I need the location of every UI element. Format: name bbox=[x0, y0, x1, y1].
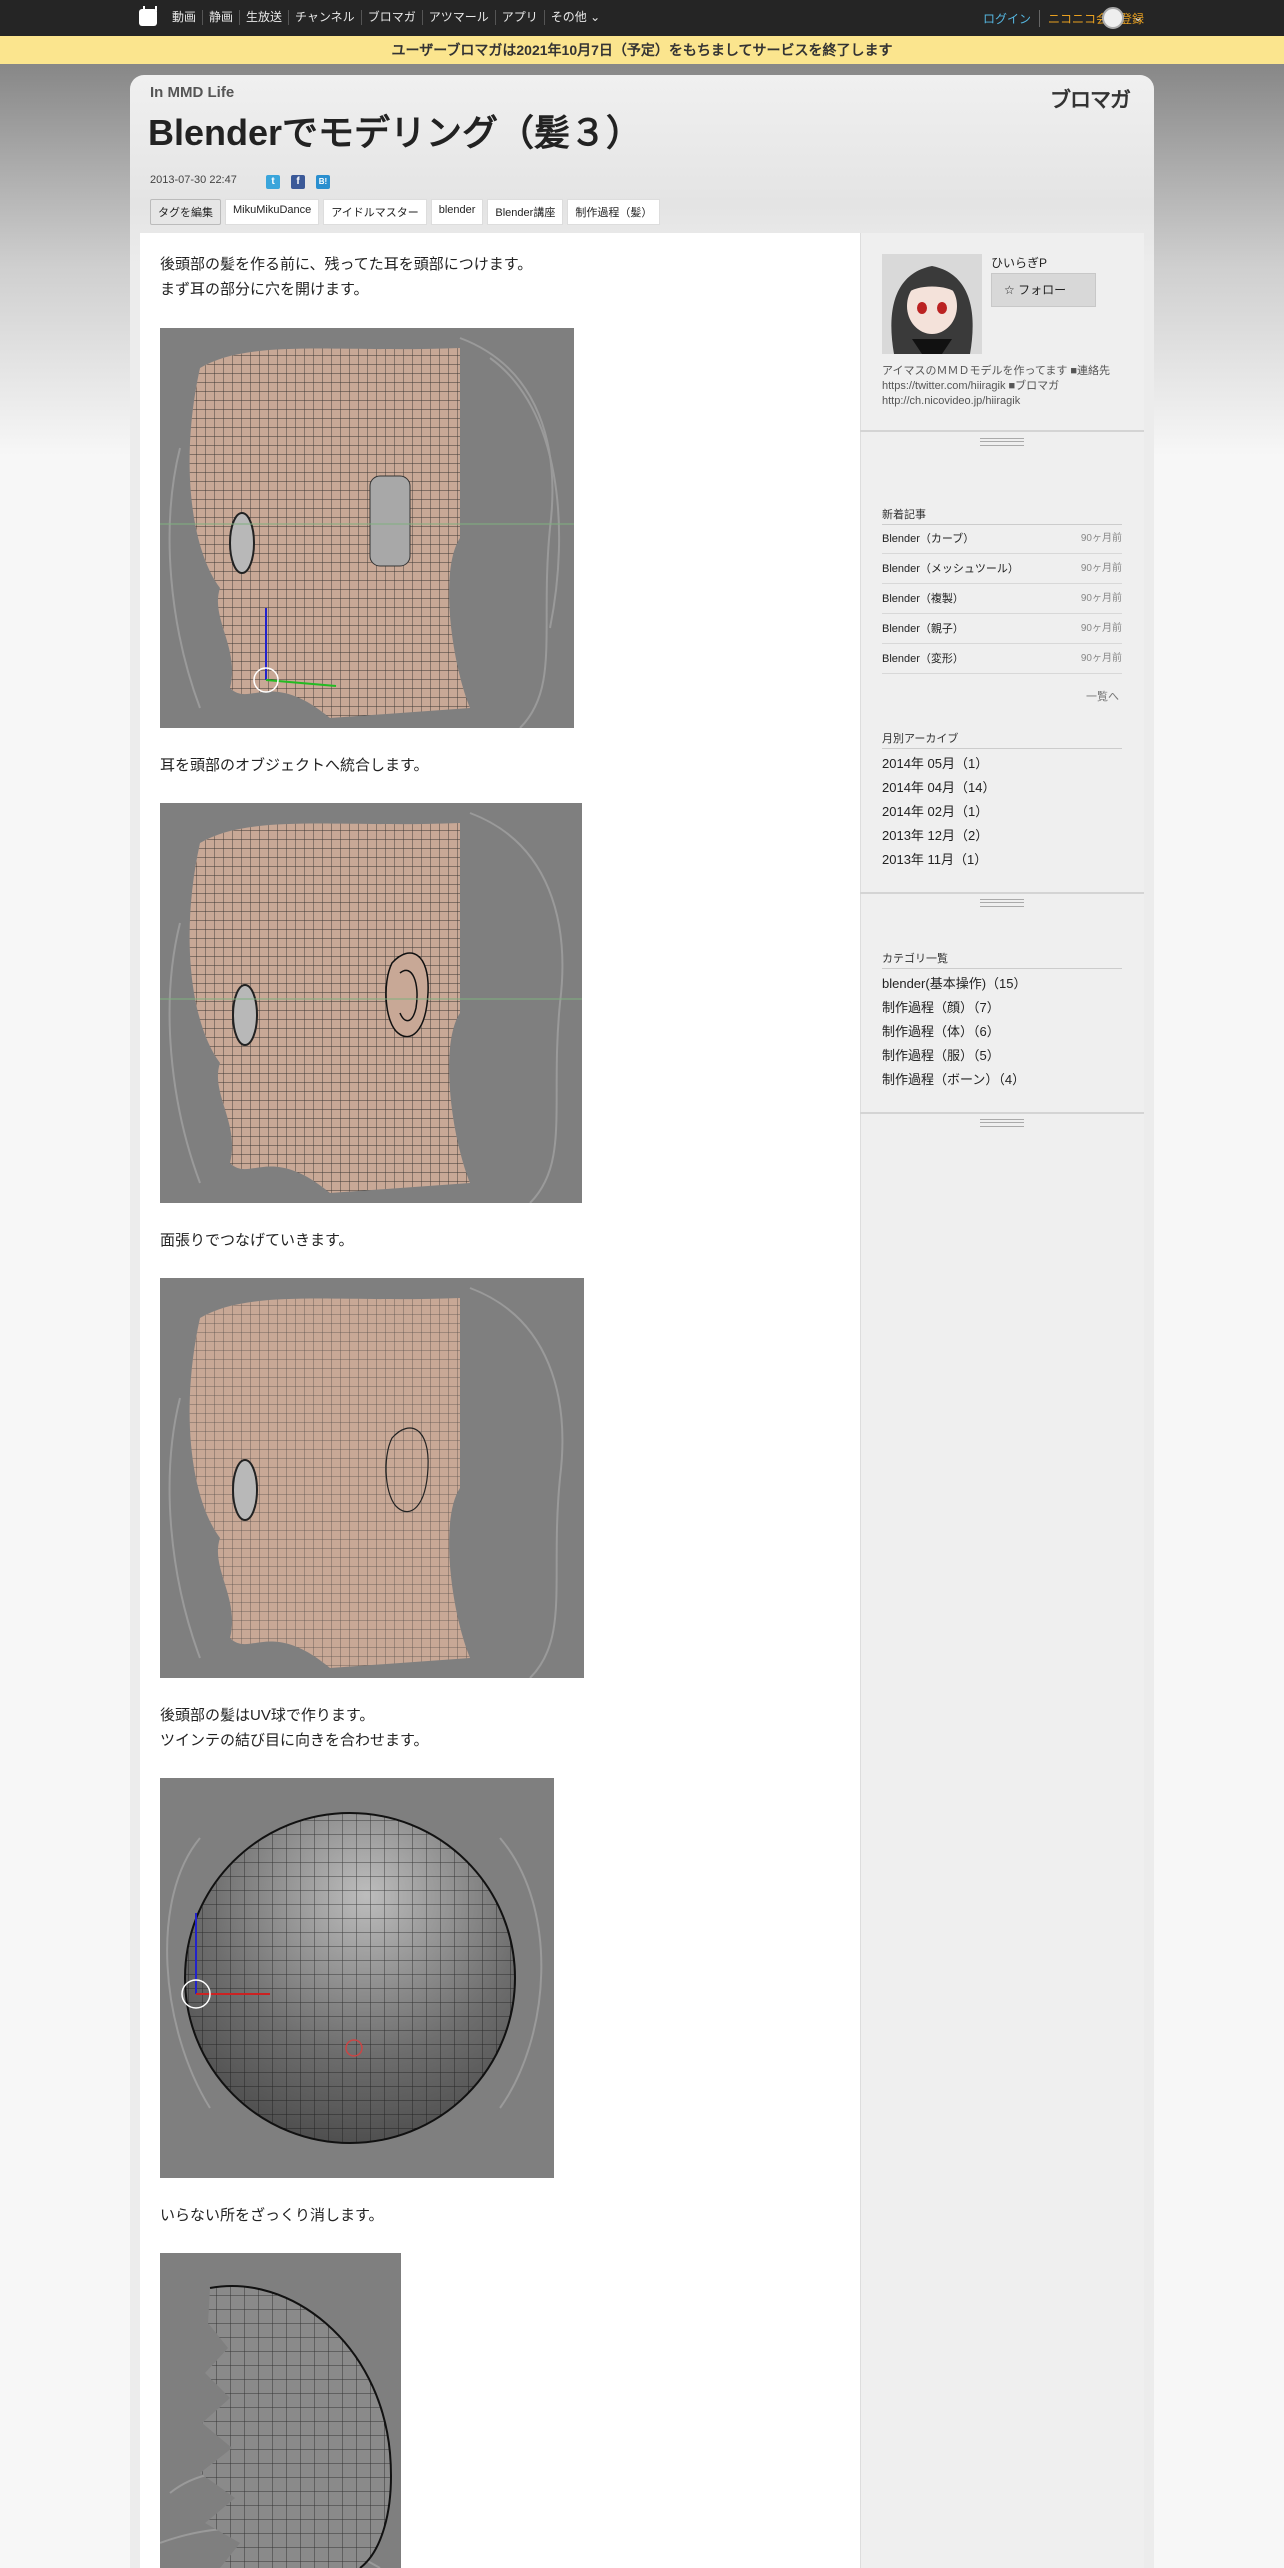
list-item[interactable]: Blender（変形） 90ヶ月前 bbox=[882, 644, 1122, 674]
star-icon: ☆ bbox=[1004, 283, 1015, 297]
login-link[interactable]: ログイン bbox=[983, 10, 1040, 27]
article-paragraph: 後頭部の髪はUV球で作ります。 ツインテの結び目に向きを合わせます。 bbox=[160, 1703, 429, 1753]
list-item[interactable]: Blender（メッシュツール） 90ヶ月前 bbox=[882, 554, 1122, 584]
list-item[interactable]: Blender（複製） 90ヶ月前 bbox=[882, 584, 1122, 614]
category-item[interactable]: 制作過程（顔）（7） bbox=[882, 996, 1027, 1020]
nav-channel[interactable]: チャンネル bbox=[288, 10, 361, 25]
recent-post-title: Blender（メッシュツール） bbox=[882, 563, 1019, 575]
blomaga-logo[interactable]: ブロマガ bbox=[1050, 84, 1131, 114]
twitter-icon[interactable]: t bbox=[266, 175, 280, 189]
blender-screenshot-uv-sphere bbox=[160, 1778, 554, 2178]
nav-more[interactable]: その他 ⌄ bbox=[543, 10, 606, 25]
recent-posts-more-link[interactable]: 一覧へ bbox=[1086, 688, 1119, 704]
profile-name[interactable]: ひいらぎP bbox=[991, 254, 1047, 271]
register-link[interactable]: ニコニコ会員登録 bbox=[1040, 10, 1144, 27]
tag-edit-button[interactable]: タグを編集 bbox=[150, 199, 221, 225]
facebook-icon[interactable]: f bbox=[291, 175, 305, 189]
page-title: Blenderでモデリング（髪３） bbox=[148, 112, 643, 153]
archive-heading: 月別アーカイブ bbox=[882, 730, 1122, 749]
article-paragraph: 後頭部の髪を作る前に、残ってた耳を頭部につけます。 まず耳の部分に穴を開けます。 bbox=[160, 252, 532, 302]
recent-post-age: 90ヶ月前 bbox=[1080, 533, 1122, 544]
global-nav: 動画 静画 生放送 チャンネル ブロマガ アツマール アプリ その他 ⌄ ログイ… bbox=[0, 0, 1284, 36]
archive-item[interactable]: 2013年 12月（2） bbox=[882, 824, 995, 848]
tag-item[interactable]: アイドルマスター bbox=[323, 199, 427, 225]
recent-posts-heading: 新着記事 bbox=[882, 506, 1122, 525]
paragraph-line: 後頭部の髪はUV球で作ります。 bbox=[160, 1707, 375, 1724]
collapse-handle-icon[interactable] bbox=[980, 899, 1024, 907]
archive-item[interactable]: 2014年 05月（1） bbox=[882, 752, 995, 776]
hatena-bookmark-icon[interactable]: B! bbox=[316, 175, 330, 189]
paragraph-line: まず耳の部分に穴を開けます。 bbox=[160, 281, 369, 298]
nav-blomaga[interactable]: ブロマガ bbox=[360, 10, 422, 25]
follow-button[interactable]: ☆ フォロー bbox=[991, 273, 1096, 307]
service-notice: ユーザーブロマガは2021年10月7日（予定）をもちましてサービスを終了します bbox=[0, 36, 1284, 64]
niconico-logo-icon[interactable] bbox=[139, 9, 157, 26]
recent-post-title: Blender（親子） bbox=[882, 623, 964, 635]
blog-name[interactable]: In MMD Life bbox=[150, 84, 234, 101]
category-item[interactable]: 制作過程（服）（5） bbox=[882, 1044, 1027, 1068]
recent-post-title: Blender（複製） bbox=[882, 593, 964, 605]
archive-item[interactable]: 2014年 02月（1） bbox=[882, 800, 995, 824]
divider bbox=[860, 1112, 1144, 1114]
category-item[interactable]: blender(基本操作)（15） bbox=[882, 972, 1027, 996]
list-item[interactable]: Blender（カーブ） 90ヶ月前 bbox=[882, 524, 1122, 554]
paragraph-line: 後頭部の髪を作る前に、残ってた耳を頭部につけます。 bbox=[160, 256, 533, 273]
collapse-handle-icon[interactable] bbox=[980, 438, 1024, 446]
profile-description: アイマスのＭＭＤモデルを作ってます ■連絡先 https://twitter.c… bbox=[882, 365, 1122, 407]
blender-screenshot-face-fill bbox=[160, 1278, 584, 1678]
recent-post-age: 90ヶ月前 bbox=[1080, 563, 1122, 574]
article-paragraph: 耳を頭部のオブジェクトへ統合します。 bbox=[160, 757, 429, 774]
recent-post-age: 90ヶ月前 bbox=[1080, 623, 1122, 634]
blender-screenshot-ear-hole bbox=[160, 328, 574, 728]
recent-post-age: 90ヶ月前 bbox=[1080, 653, 1122, 664]
divider bbox=[860, 892, 1144, 894]
divider bbox=[860, 430, 1144, 432]
article-paragraph: 面張りでつなげていきます。 bbox=[160, 1232, 354, 1249]
recent-post-title: Blender（変形） bbox=[882, 653, 964, 665]
archive-item[interactable]: 2013年 11月（1） bbox=[882, 848, 995, 872]
nav-live[interactable]: 生放送 bbox=[239, 10, 288, 25]
profile-avatar[interactable] bbox=[882, 254, 982, 354]
archive-list: 2014年 05月（1） 2014年 04月（14） 2014年 02月（1） … bbox=[882, 752, 995, 872]
archive-item[interactable]: 2014年 04月（14） bbox=[882, 776, 995, 800]
recent-post-title: Blender（カーブ） bbox=[882, 533, 975, 545]
tag-item[interactable]: blender bbox=[430, 199, 484, 225]
tag-item[interactable]: MikuMikuDance bbox=[225, 199, 320, 225]
nav-app[interactable]: アプリ bbox=[494, 10, 544, 25]
tag-list: タグを編集 MikuMikuDance アイドルマスター blender Ble… bbox=[150, 199, 664, 225]
blender-screenshot-sphere-trimmed bbox=[160, 2253, 401, 2568]
paragraph-line: ツインテの結び目に向きを合わせます。 bbox=[160, 1732, 429, 1749]
category-list: blender(基本操作)（15） 制作過程（顔）（7） 制作過程（体）（6） … bbox=[882, 972, 1027, 1092]
user-avatar-icon[interactable] bbox=[1102, 7, 1124, 29]
tag-item[interactable]: Blender講座 bbox=[487, 199, 564, 225]
article-paragraph: いらない所をざっくり消します。 bbox=[160, 2207, 384, 2224]
post-date: 2013-07-30 22:47 bbox=[150, 174, 237, 186]
blender-screenshot-ear-merged bbox=[160, 803, 582, 1203]
nav-links: 動画 静画 生放送 チャンネル ブロマガ アツマール アプリ その他 ⌄ bbox=[166, 10, 606, 25]
follow-label: フォロー bbox=[1018, 283, 1067, 297]
category-heading: カテゴリ一覧 bbox=[882, 950, 1122, 969]
list-item[interactable]: Blender（親子） 90ヶ月前 bbox=[882, 614, 1122, 644]
nav-atsumaru[interactable]: アツマール bbox=[421, 10, 495, 25]
category-item[interactable]: 制作過程（体）（6） bbox=[882, 1020, 1027, 1044]
chevron-down-icon[interactable]: ⌄ bbox=[1133, 10, 1143, 24]
nav-more-label: その他 bbox=[550, 10, 587, 24]
collapse-handle-icon[interactable] bbox=[980, 1119, 1024, 1127]
nav-still[interactable]: 静画 bbox=[202, 10, 239, 25]
nav-video[interactable]: 動画 bbox=[166, 10, 202, 25]
chevron-down-icon: ⌄ bbox=[590, 10, 601, 24]
recent-post-age: 90ヶ月前 bbox=[1080, 593, 1122, 604]
tag-item[interactable]: 制作過程（髪） bbox=[567, 199, 661, 225]
category-item[interactable]: 制作過程（ボーン）（4） bbox=[882, 1068, 1027, 1092]
recent-posts-list: Blender（カーブ） 90ヶ月前 Blender（メッシュツール） 90ヶ月前 … bbox=[882, 524, 1122, 674]
